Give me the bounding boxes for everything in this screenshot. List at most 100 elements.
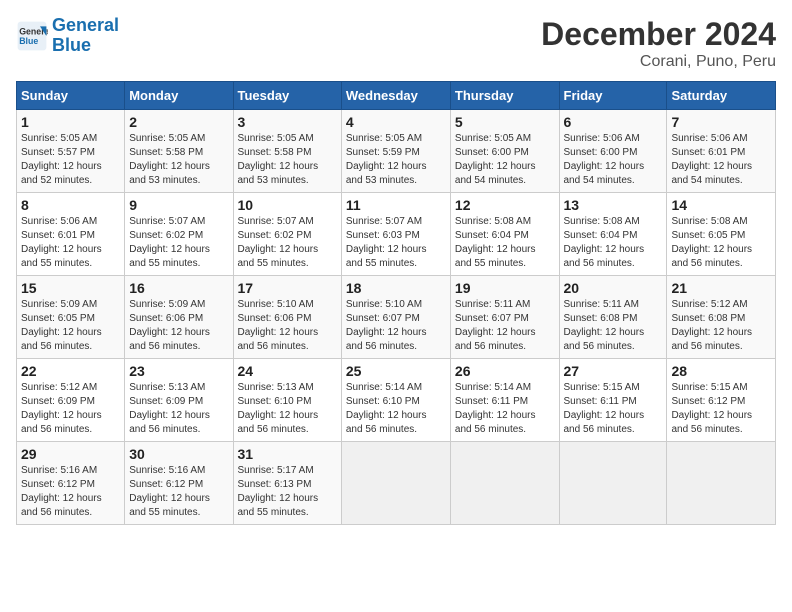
month-title: December 2024 bbox=[541, 16, 776, 53]
calendar-cell: 6Sunrise: 5:06 AM Sunset: 6:00 PM Daylig… bbox=[559, 110, 667, 193]
calendar-cell bbox=[559, 442, 667, 525]
day-info: Sunrise: 5:05 AM Sunset: 5:59 PM Dayligh… bbox=[346, 132, 446, 188]
calendar-table: SundayMondayTuesdayWednesdayThursdayFrid… bbox=[16, 81, 776, 525]
day-info: Sunrise: 5:08 AM Sunset: 6:04 PM Dayligh… bbox=[455, 215, 555, 271]
day-number: 20 bbox=[564, 280, 663, 296]
calendar-cell: 1 Sunrise: 5:05 AM Sunset: 5:57 PM Daylig… bbox=[17, 110, 125, 193]
header-cell-friday: Friday bbox=[559, 82, 667, 110]
calendar-week-2: 8 Sunrise: 5:06 AM Sunset: 6:01 PM Daylig… bbox=[17, 193, 776, 276]
calendar-cell: 12 Sunrise: 5:08 AM Sunset: 6:04 PM Dayli… bbox=[450, 193, 559, 276]
calendar-week-1: 1 Sunrise: 5:05 AM Sunset: 5:57 PM Daylig… bbox=[17, 110, 776, 193]
day-info: Sunrise: 5:17 AM Sunset: 6:13 PM Dayligh… bbox=[238, 464, 337, 520]
header-cell-monday: Monday bbox=[125, 82, 233, 110]
day-number: 22 bbox=[21, 363, 120, 379]
day-number: 19 bbox=[455, 280, 555, 296]
day-info: Sunrise: 5:15 AM Sunset: 6:12 PM Dayligh… bbox=[671, 381, 771, 437]
logo-text: GeneralBlue bbox=[52, 16, 119, 56]
day-number: 11 bbox=[346, 197, 446, 213]
day-info: Sunrise: 5:12 AM Sunset: 6:08 PM Dayligh… bbox=[671, 298, 771, 354]
day-info: Sunrise: 5:08 AM Sunset: 6:04 PM Dayligh… bbox=[564, 215, 663, 271]
day-number: 27 bbox=[564, 363, 663, 379]
day-number: 16 bbox=[129, 280, 228, 296]
calendar-cell: 23 Sunrise: 5:13 AM Sunset: 6:09 PM Dayli… bbox=[125, 359, 233, 442]
header-cell-saturday: Saturday bbox=[667, 82, 776, 110]
day-number: 31 bbox=[238, 446, 337, 462]
calendar-body: 1 Sunrise: 5:05 AM Sunset: 5:57 PM Daylig… bbox=[17, 110, 776, 525]
calendar-cell: 13Sunrise: 5:08 AM Sunset: 6:04 PM Dayli… bbox=[559, 193, 667, 276]
day-number: 18 bbox=[346, 280, 446, 296]
calendar-cell: 8 Sunrise: 5:06 AM Sunset: 6:01 PM Daylig… bbox=[17, 193, 125, 276]
day-number: 1 bbox=[21, 114, 120, 130]
calendar-cell bbox=[450, 442, 559, 525]
calendar-cell: 29Sunrise: 5:16 AM Sunset: 6:12 PM Dayli… bbox=[17, 442, 125, 525]
day-info: Sunrise: 5:09 AM Sunset: 6:05 PM Dayligh… bbox=[21, 298, 120, 354]
svg-text:Blue: Blue bbox=[19, 36, 38, 46]
day-number: 9 bbox=[129, 197, 228, 213]
day-info: Sunrise: 5:16 AM Sunset: 6:12 PM Dayligh… bbox=[129, 464, 228, 520]
calendar-cell: 7 Sunrise: 5:06 AM Sunset: 6:01 PM Daylig… bbox=[667, 110, 776, 193]
day-info: Sunrise: 5:07 AM Sunset: 6:03 PM Dayligh… bbox=[346, 215, 446, 271]
calendar-cell: 27Sunrise: 5:15 AM Sunset: 6:11 PM Dayli… bbox=[559, 359, 667, 442]
day-info: Sunrise: 5:06 AM Sunset: 6:01 PM Dayligh… bbox=[671, 132, 771, 188]
calendar-cell: 2 Sunrise: 5:05 AM Sunset: 5:58 PM Daylig… bbox=[125, 110, 233, 193]
calendar-cell: 19Sunrise: 5:11 AM Sunset: 6:07 PM Dayli… bbox=[450, 276, 559, 359]
day-info: Sunrise: 5:14 AM Sunset: 6:11 PM Dayligh… bbox=[455, 381, 555, 437]
day-info: Sunrise: 5:14 AM Sunset: 6:10 PM Dayligh… bbox=[346, 381, 446, 437]
day-info: Sunrise: 5:09 AM Sunset: 6:06 PM Dayligh… bbox=[129, 298, 228, 354]
page-header: General Blue GeneralBlue December 2024 C… bbox=[16, 16, 776, 71]
day-number: 8 bbox=[21, 197, 120, 213]
calendar-week-5: 29 Sunrise: 5:16 AM Sunset: 6:12 PM Dayli… bbox=[17, 442, 776, 525]
calendar-cell bbox=[341, 442, 450, 525]
day-number: 24 bbox=[238, 363, 337, 379]
calendar-cell: 5Sunrise: 5:05 AM Sunset: 6:00 PM Daylig… bbox=[450, 110, 559, 193]
day-number: 12 bbox=[455, 197, 555, 213]
day-info: Sunrise: 5:06 AM Sunset: 6:01 PM Dayligh… bbox=[21, 215, 120, 271]
day-info: Sunrise: 5:05 AM Sunset: 5:58 PM Dayligh… bbox=[238, 132, 337, 188]
day-info: Sunrise: 5:12 AM Sunset: 6:09 PM Dayligh… bbox=[21, 381, 120, 437]
calendar-cell: 18Sunrise: 5:10 AM Sunset: 6:07 PM Dayli… bbox=[341, 276, 450, 359]
calendar-cell: 26 Sunrise: 5:14 AM Sunset: 6:11 PM Dayli… bbox=[450, 359, 559, 442]
day-number: 10 bbox=[238, 197, 337, 213]
calendar-week-3: 15 Sunrise: 5:09 AM Sunset: 6:05 PM Dayli… bbox=[17, 276, 776, 359]
location-title: Corani, Puno, Peru bbox=[541, 53, 776, 71]
calendar-week-4: 22 Sunrise: 5:12 AM Sunset: 6:09 PM Dayli… bbox=[17, 359, 776, 442]
day-number: 21 bbox=[671, 280, 771, 296]
calendar-cell: 17Sunrise: 5:10 AM Sunset: 6:06 PM Dayli… bbox=[233, 276, 341, 359]
logo-icon: General Blue bbox=[16, 20, 48, 52]
day-number: 25 bbox=[346, 363, 446, 379]
day-number: 14 bbox=[671, 197, 771, 213]
calendar-cell: 3 Sunrise: 5:05 AM Sunset: 5:58 PM Daylig… bbox=[233, 110, 341, 193]
day-info: Sunrise: 5:07 AM Sunset: 6:02 PM Dayligh… bbox=[129, 215, 228, 271]
day-number: 23 bbox=[129, 363, 228, 379]
calendar-cell bbox=[667, 442, 776, 525]
day-number: 2 bbox=[129, 114, 228, 130]
calendar-cell: 22 Sunrise: 5:12 AM Sunset: 6:09 PM Dayli… bbox=[17, 359, 125, 442]
calendar-cell: 4 Sunrise: 5:05 AM Sunset: 5:59 PM Daylig… bbox=[341, 110, 450, 193]
header-cell-sunday: Sunday bbox=[17, 82, 125, 110]
calendar-cell: 16 Sunrise: 5:09 AM Sunset: 6:06 PM Dayli… bbox=[125, 276, 233, 359]
day-number: 26 bbox=[455, 363, 555, 379]
calendar-header-row: SundayMondayTuesdayWednesdayThursdayFrid… bbox=[17, 82, 776, 110]
day-number: 3 bbox=[238, 114, 337, 130]
day-number: 4 bbox=[346, 114, 446, 130]
day-number: 5 bbox=[455, 114, 555, 130]
calendar-cell: 11 Sunrise: 5:07 AM Sunset: 6:03 PM Dayli… bbox=[341, 193, 450, 276]
day-info: Sunrise: 5:08 AM Sunset: 6:05 PM Dayligh… bbox=[671, 215, 771, 271]
day-number: 15 bbox=[21, 280, 120, 296]
day-info: Sunrise: 5:13 AM Sunset: 6:10 PM Dayligh… bbox=[238, 381, 337, 437]
calendar-cell: 20 Sunrise: 5:11 AM Sunset: 6:08 PM Dayli… bbox=[559, 276, 667, 359]
day-info: Sunrise: 5:10 AM Sunset: 6:06 PM Dayligh… bbox=[238, 298, 337, 354]
calendar-cell: 15 Sunrise: 5:09 AM Sunset: 6:05 PM Dayli… bbox=[17, 276, 125, 359]
day-number: 29 bbox=[21, 446, 120, 462]
day-info: Sunrise: 5:11 AM Sunset: 6:08 PM Dayligh… bbox=[564, 298, 663, 354]
logo: General Blue GeneralBlue bbox=[16, 16, 119, 56]
calendar-cell: 25 Sunrise: 5:14 AM Sunset: 6:10 PM Dayli… bbox=[341, 359, 450, 442]
header-cell-thursday: Thursday bbox=[450, 82, 559, 110]
calendar-cell: 14 Sunrise: 5:08 AM Sunset: 6:05 PM Dayli… bbox=[667, 193, 776, 276]
day-number: 7 bbox=[671, 114, 771, 130]
day-number: 28 bbox=[671, 363, 771, 379]
day-info: Sunrise: 5:05 AM Sunset: 5:58 PM Dayligh… bbox=[129, 132, 228, 188]
day-info: Sunrise: 5:05 AM Sunset: 5:57 PM Dayligh… bbox=[21, 132, 120, 188]
day-info: Sunrise: 5:13 AM Sunset: 6:09 PM Dayligh… bbox=[129, 381, 228, 437]
calendar-cell: 9 Sunrise: 5:07 AM Sunset: 6:02 PM Daylig… bbox=[125, 193, 233, 276]
